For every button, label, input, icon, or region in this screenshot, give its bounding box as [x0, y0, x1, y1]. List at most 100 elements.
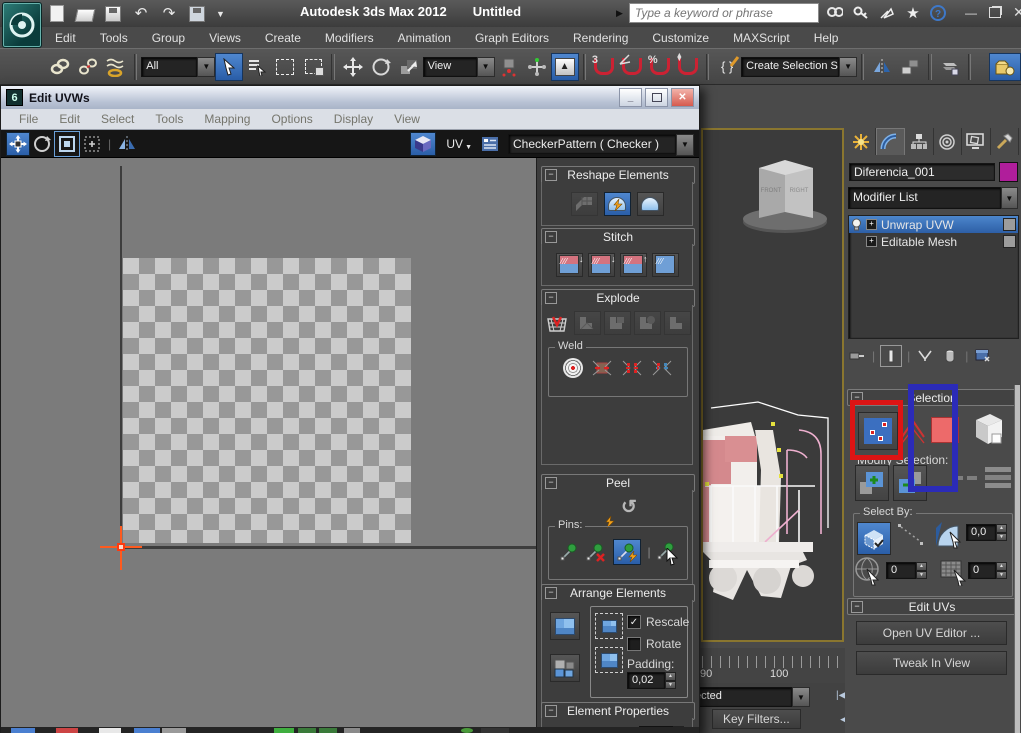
subscription-key-icon[interactable]	[851, 4, 871, 22]
padding-spinner[interactable]: 0,02 ▲▼	[627, 672, 676, 689]
weld-together-icon[interactable]	[621, 359, 643, 377]
select-by-material-id-icon[interactable]	[940, 558, 968, 586]
uv-checker-tile[interactable]	[123, 258, 411, 543]
menu-help[interactable]: Help	[803, 29, 850, 47]
uv-freeform-button[interactable]	[80, 132, 104, 156]
select-and-link-icon[interactable]	[46, 53, 74, 81]
bottom-toolbar-fragment[interactable]	[298, 728, 316, 733]
element-subobject-button[interactable]	[967, 409, 1009, 449]
remove-modifier-icon[interactable]	[940, 346, 960, 366]
menu-animation[interactable]: Animation	[387, 29, 462, 47]
dialog-menu-options[interactable]: Options	[262, 111, 321, 127]
open-uv-editor-button[interactable]: Open UV Editor ...	[856, 621, 1007, 645]
key-filters-button[interactable]: Key Filters...	[712, 709, 801, 729]
menu-maxscript[interactable]: MAXScript	[722, 29, 801, 47]
align-icon[interactable]	[896, 53, 924, 81]
close-button[interactable]: ✕	[1013, 4, 1021, 21]
window-crossing-toggle-icon[interactable]	[299, 53, 327, 81]
rescale-checkbox[interactable]: ✓	[627, 615, 641, 629]
rotate-checkbox[interactable]	[627, 637, 641, 651]
stitch-to-target-icon[interactable]: ⁄⁄⁄↓	[588, 253, 615, 277]
select-by-smoothing-group-icon[interactable]	[854, 556, 884, 586]
modifier-toggle[interactable]	[1003, 218, 1016, 231]
auto-pin-toggle[interactable]	[613, 539, 641, 565]
uv-options-icon[interactable]	[478, 132, 502, 156]
relax-until-flat-icon[interactable]	[604, 192, 631, 216]
select-and-move-icon[interactable]	[339, 53, 367, 81]
help-icon[interactable]: ?	[929, 4, 949, 22]
bind-to-space-warp-icon[interactable]	[102, 53, 130, 81]
unlink-selection-icon[interactable]	[74, 53, 102, 81]
select-and-rotate-icon[interactable]	[367, 53, 395, 81]
uv-mirror-button[interactable]	[115, 132, 139, 156]
uv-move-button[interactable]	[6, 132, 30, 156]
edit-named-selection-sets-icon[interactable]: { }	[713, 53, 741, 81]
named-selection-set-dropdown[interactable]: Create Selection Se▼	[741, 57, 857, 77]
stitch-to-source-icon[interactable]: ⁄⁄⁄↑	[620, 253, 647, 277]
make-unique-icon[interactable]	[915, 346, 935, 366]
grow-selection-button[interactable]	[855, 465, 889, 501]
pin-icon[interactable]	[559, 542, 579, 562]
ring-selection-button[interactable]	[985, 465, 1011, 491]
reference-coordinate-dropdown[interactable]: View▼	[423, 57, 495, 77]
pin-tool-icon[interactable]	[657, 542, 677, 562]
dialog-minimize-button[interactable]: _	[619, 88, 642, 107]
dialog-close-button[interactable]: ✕	[671, 88, 694, 107]
object-name-field[interactable]: Diferencia_001	[849, 163, 995, 181]
percent-snap-icon[interactable]: %	[646, 53, 674, 81]
time-slider[interactable]: 90 100	[692, 648, 845, 683]
rotate-option[interactable]: Rotate	[627, 637, 681, 651]
pin-stack-icon[interactable]	[847, 346, 867, 366]
stack-item-editable-mesh[interactable]: + Editable Mesh	[849, 233, 1018, 250]
pack-together-icon[interactable]	[550, 654, 580, 682]
flatten-by-material-icon[interactable]	[634, 311, 661, 335]
expand-icon[interactable]: +	[866, 236, 877, 247]
save-file-icon[interactable]	[104, 6, 122, 22]
bottom-toolbar-fragment[interactable]	[461, 728, 473, 733]
menu-group[interactable]: Group	[141, 29, 196, 47]
tab-modify[interactable]	[876, 128, 906, 155]
select-by-name-icon[interactable]	[243, 53, 271, 81]
undo-icon[interactable]: ↶	[132, 6, 150, 22]
tab-hierarchy[interactable]	[905, 128, 934, 155]
material-id-spinner[interactable]: 0 ▲▼	[968, 562, 1007, 579]
weld-blue-icon[interactable]	[651, 359, 673, 377]
redo-icon[interactable]: ↷	[160, 6, 178, 22]
snap-toggle-3d-icon[interactable]: 3	[590, 53, 618, 81]
selection-lock-dropdown[interactable]: ected▼	[690, 687, 810, 707]
stitch-selected-icon[interactable]: ⁄⁄⁄	[652, 253, 679, 277]
flatten-by-angle-icon[interactable]	[574, 311, 601, 335]
keyboard-shortcut-override-button[interactable]: ▲	[551, 53, 579, 81]
new-file-icon[interactable]	[48, 6, 66, 22]
uv-rotate-button[interactable]	[30, 132, 54, 156]
reset-peel-icon[interactable]: ↺	[621, 496, 637, 519]
project-folder-icon[interactable]	[188, 6, 206, 22]
quick-access-overflow-icon[interactable]: ▼	[216, 6, 225, 22]
weld-selected-icon[interactable]	[591, 359, 613, 377]
explode-break-icon[interactable]	[544, 311, 571, 335]
menu-edit[interactable]: Edit	[44, 29, 87, 47]
bottom-toolbar-fragment[interactable]	[162, 728, 186, 733]
selection-filter-dropdown[interactable]: All▼	[141, 57, 215, 77]
bottom-toolbar-fragment[interactable]	[134, 728, 160, 733]
dialog-menu-select[interactable]: Select	[92, 111, 143, 127]
search-icon[interactable]	[825, 4, 845, 22]
edit-uvs-rollout-header[interactable]: −Edit UVs	[847, 598, 1017, 615]
stack-item-unwrap-uvw[interactable]: + Unwrap UVW	[849, 216, 1018, 233]
relax-icon[interactable]	[637, 192, 664, 216]
select-and-scale-icon[interactable]	[395, 53, 423, 81]
dialog-menu-view[interactable]: View	[385, 111, 429, 127]
select-by-planar-angle-icon[interactable]	[934, 520, 964, 550]
menu-modifiers[interactable]: Modifiers	[314, 29, 385, 47]
mirror-icon[interactable]	[868, 53, 896, 81]
rescale-option[interactable]: ✓ Rescale	[627, 615, 689, 629]
dialog-menu-edit[interactable]: Edit	[50, 111, 89, 127]
dialog-menu-file[interactable]: File	[10, 111, 47, 127]
bottom-toolbar-fragment[interactable]	[481, 728, 509, 733]
menu-create[interactable]: Create	[254, 29, 312, 47]
select-object-button[interactable]	[215, 53, 243, 81]
uv-scale-button[interactable]	[54, 131, 80, 157]
flatten-mapping-icon[interactable]	[664, 311, 691, 335]
bottom-toolbar-fragment[interactable]	[344, 728, 360, 733]
search-input[interactable]	[629, 3, 819, 23]
